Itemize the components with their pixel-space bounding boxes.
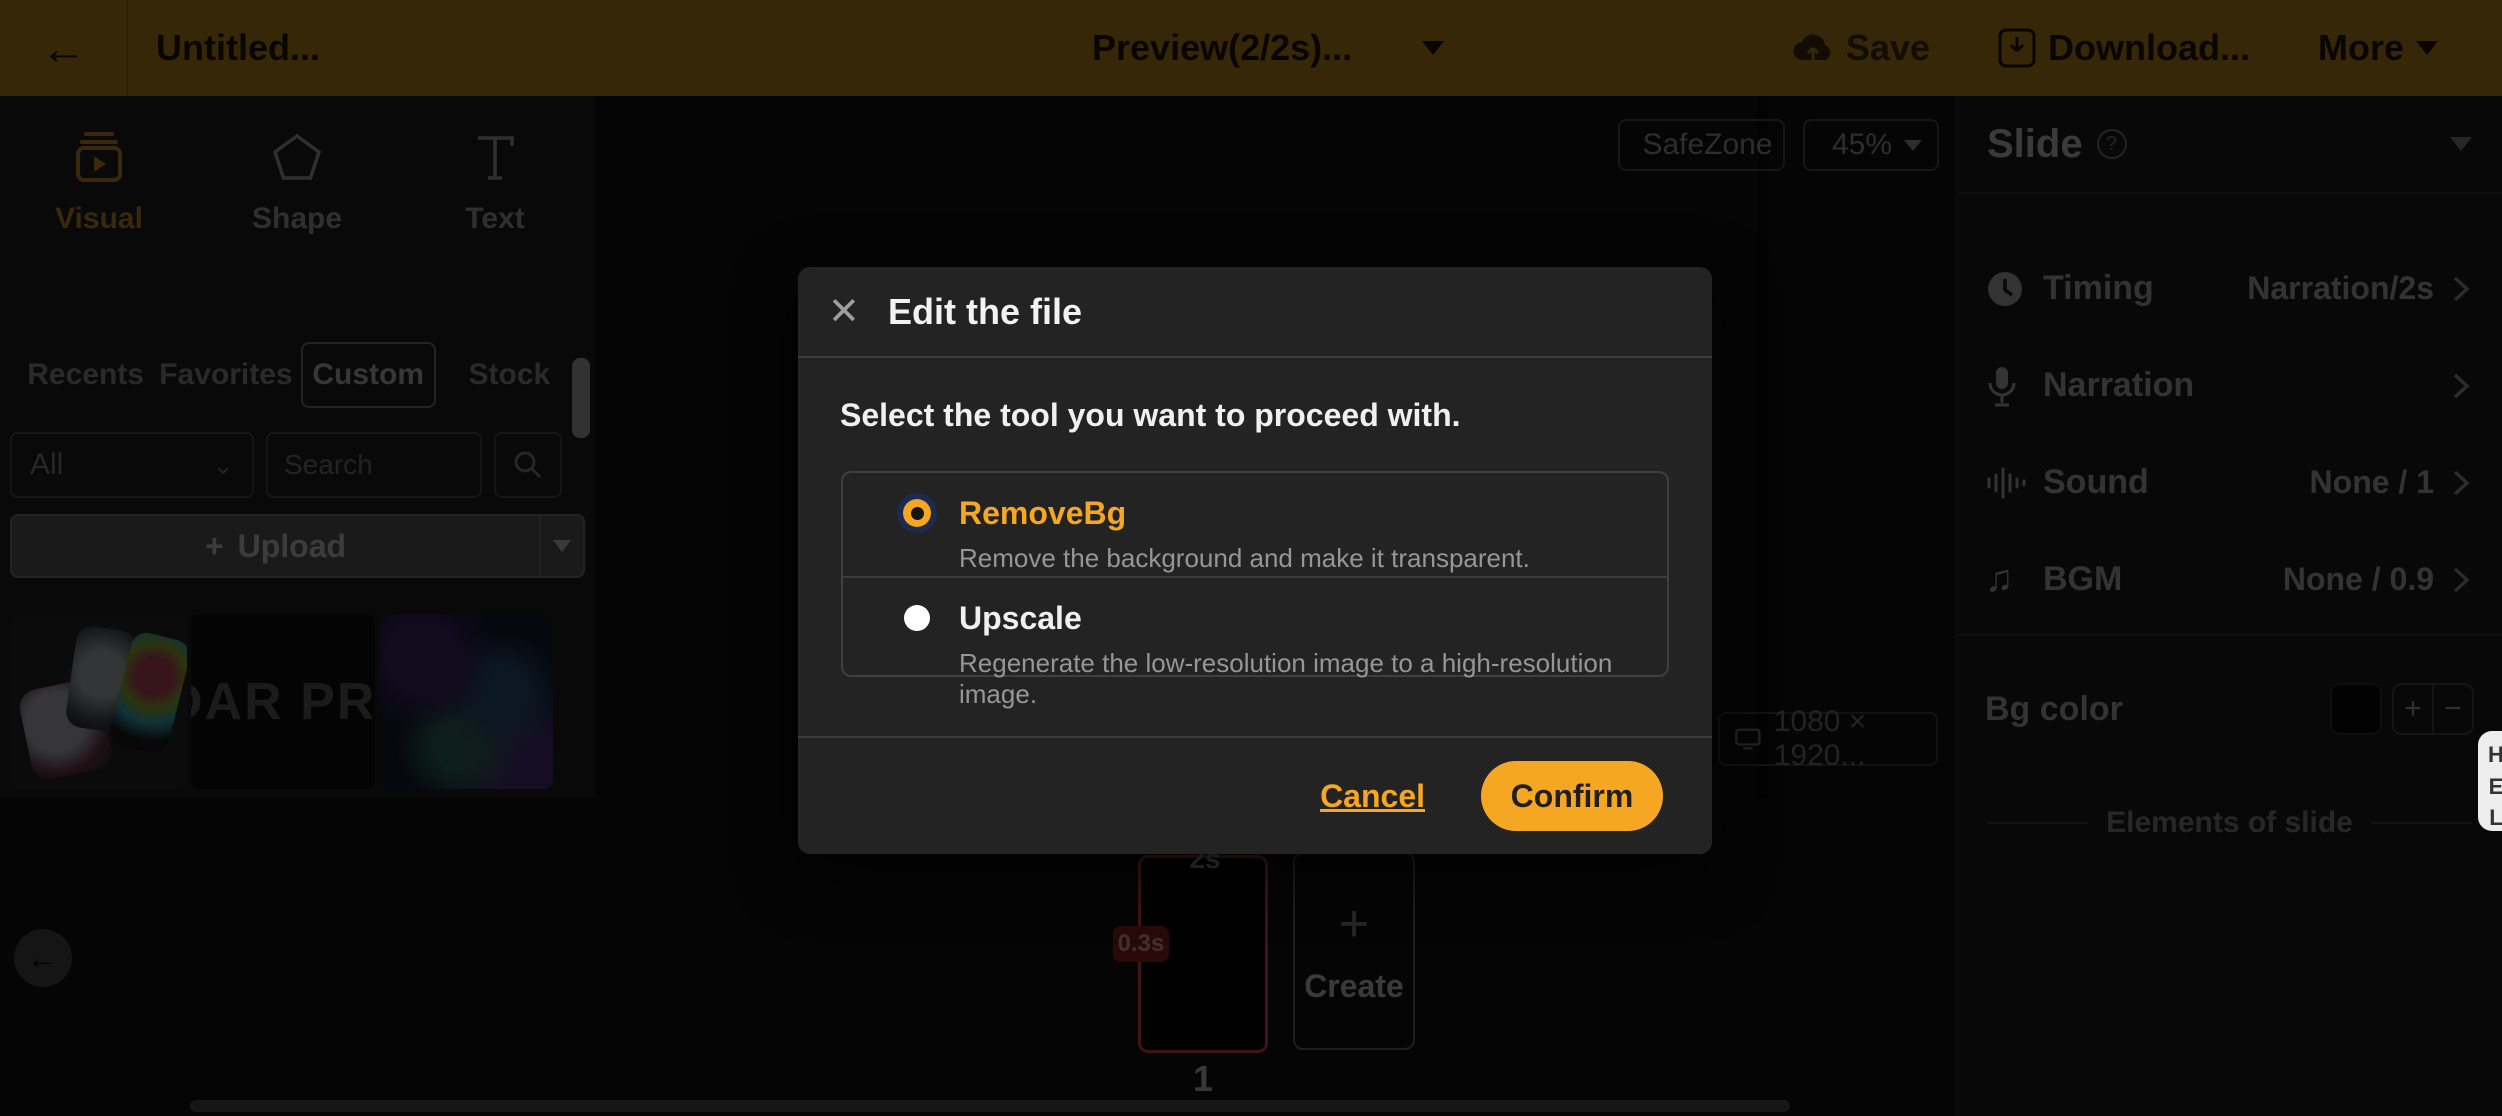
confirm-button[interactable]: Confirm [1481, 761, 1663, 831]
option-removebg[interactable]: RemoveBg Remove the background and make … [843, 473, 1667, 578]
help-letter: E [2480, 773, 2502, 801]
radio-unselected-icon[interactable] [897, 598, 937, 638]
app-root: ← Untitled... Preview(2/2s)... Save Down… [0, 0, 2502, 1116]
help-tab[interactable]: H E L P [2478, 731, 2502, 831]
edit-file-dialog: ✕ Edit the file Select the tool you want… [798, 267, 1712, 854]
dialog-title: Edit the file [888, 291, 1082, 333]
option-upscale-name: Upscale [959, 600, 1082, 637]
dialog-footer: Cancel Confirm [798, 736, 1712, 854]
dialog-prompt: Select the tool you want to proceed with… [840, 397, 1461, 434]
cancel-button[interactable]: Cancel [1320, 778, 1425, 815]
help-letter: H [2480, 741, 2502, 769]
option-upscale[interactable]: Upscale Regenerate the low-resolution im… [843, 578, 1667, 681]
option-upscale-desc: Regenerate the low-resolution image to a… [959, 648, 1667, 710]
dialog-header: ✕ Edit the file [798, 267, 1712, 358]
radio-selected-icon[interactable] [897, 493, 937, 533]
tool-options-group: RemoveBg Remove the background and make … [841, 471, 1669, 677]
help-letter: L [2480, 804, 2502, 831]
close-icon[interactable]: ✕ [828, 293, 874, 331]
option-removebg-name: RemoveBg [959, 495, 1126, 532]
option-removebg-desc: Remove the background and make it transp… [959, 543, 1667, 574]
